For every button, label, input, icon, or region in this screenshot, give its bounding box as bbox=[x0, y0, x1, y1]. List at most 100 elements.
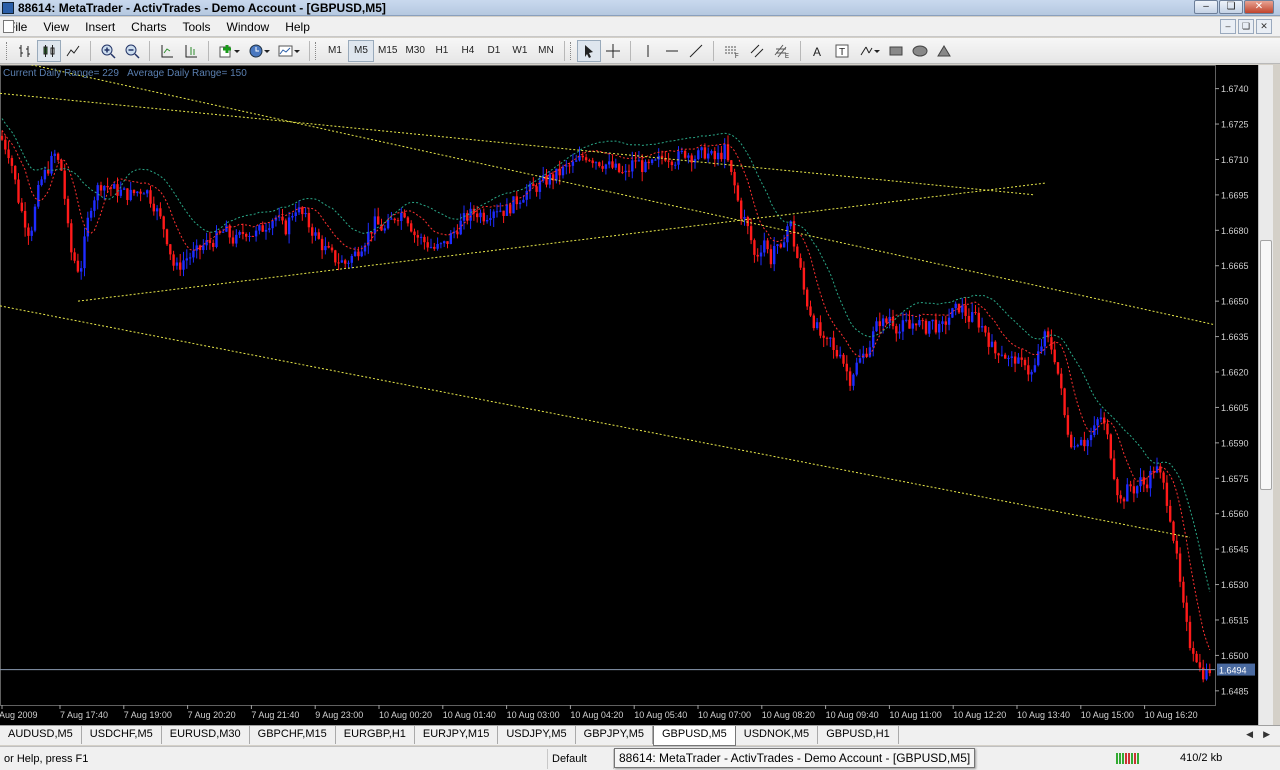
bear-candle bbox=[334, 250, 337, 263]
price-chart[interactable]: 1.6740 1.6725 1.6710 1.6695 1.6680 1.6665 1.66… bbox=[0, 65, 1258, 725]
bull-candle bbox=[723, 144, 726, 160]
tab-scroll-right-icon[interactable]: ▶ bbox=[1263, 729, 1270, 740]
period-w1-button[interactable]: W1 bbox=[507, 40, 533, 62]
tab-gbpjpy-m5[interactable]: GBPJPY,M5 bbox=[576, 726, 653, 744]
child-minimize-button[interactable]: – bbox=[1220, 19, 1236, 34]
vertical-scrollbar[interactable] bbox=[1258, 65, 1273, 725]
horizontal-line-icon[interactable] bbox=[660, 40, 684, 62]
chart-shift-icon[interactable] bbox=[155, 40, 179, 62]
child-restore-button[interactable]: ❏ bbox=[1238, 19, 1254, 34]
fibonacci-icon[interactable]: F bbox=[719, 40, 745, 62]
bear-candle bbox=[393, 218, 396, 221]
period-mn-button[interactable]: MN bbox=[533, 40, 559, 62]
toolbar-separator bbox=[799, 40, 801, 61]
bull-candle bbox=[485, 219, 489, 222]
bear-candle bbox=[670, 161, 674, 166]
bull-candle bbox=[188, 257, 192, 259]
bear-candle bbox=[162, 216, 165, 230]
trend-line bbox=[0, 305, 1191, 538]
line-chart-icon[interactable] bbox=[61, 40, 85, 62]
bear-candle bbox=[1172, 521, 1175, 541]
bull-candle bbox=[839, 354, 842, 357]
bull-candle bbox=[373, 216, 377, 234]
rectangle-icon[interactable] bbox=[884, 40, 908, 62]
tab-eurjpy-m15[interactable]: EURJPY,M15 bbox=[415, 726, 499, 744]
period-m30-button[interactable]: M30 bbox=[401, 40, 428, 62]
tab-eurgbp-h1[interactable]: EURGBP,H1 bbox=[336, 726, 415, 744]
indicators-icon[interactable] bbox=[214, 40, 244, 62]
period-h4-button[interactable]: H4 bbox=[455, 40, 481, 62]
restore-button[interactable]: ❏ bbox=[1219, 0, 1243, 14]
menu-charts[interactable]: Charts bbox=[123, 17, 174, 37]
crosshair-icon[interactable] bbox=[601, 40, 625, 62]
menu-window[interactable]: Window bbox=[219, 17, 278, 37]
tab-usdchf-m5[interactable]: USDCHF,M5 bbox=[82, 726, 162, 744]
bear-candle bbox=[320, 238, 324, 251]
tab-usdnok-m5[interactable]: USDNOK,M5 bbox=[736, 726, 819, 744]
cursor-icon[interactable] bbox=[576, 39, 601, 62]
connection-status-icon[interactable] bbox=[1116, 753, 1140, 764]
bull-candle bbox=[1076, 445, 1079, 447]
text-label-icon[interactable]: T bbox=[830, 40, 854, 62]
candlestick-chart-icon[interactable] bbox=[37, 39, 61, 62]
x-axis-label: 7 Aug 21:40 bbox=[251, 710, 299, 720]
vertical-line-icon[interactable] bbox=[636, 40, 660, 62]
ma-slow-line bbox=[1, 118, 1211, 592]
equidistant-channel-icon[interactable] bbox=[745, 40, 769, 62]
bear-candle bbox=[997, 353, 1000, 356]
arrows-icon[interactable] bbox=[854, 40, 884, 62]
menu-insert[interactable]: Insert bbox=[77, 17, 123, 37]
menu-tools[interactable]: Tools bbox=[175, 17, 219, 37]
bear-candle bbox=[198, 245, 202, 251]
bull-candle bbox=[390, 218, 393, 220]
menu-help[interactable]: Help bbox=[277, 17, 318, 37]
bull-candle bbox=[855, 362, 858, 375]
tab-eurusd-m30[interactable]: EURUSD,M30 bbox=[162, 726, 250, 744]
period-m15-button[interactable]: M15 bbox=[374, 40, 401, 62]
metatrader-app-icon[interactable] bbox=[2, 1, 14, 14]
tab-usdjpy-m5[interactable]: USDJPY,M5 bbox=[498, 726, 576, 744]
tab-gbpusd-m5[interactable]: GBPUSD,M5 bbox=[652, 726, 736, 746]
toolbar-grip[interactable] bbox=[6, 41, 9, 60]
ellipse-icon[interactable] bbox=[908, 40, 932, 62]
autoscroll-icon[interactable] bbox=[179, 40, 203, 62]
templates-icon[interactable] bbox=[274, 40, 304, 62]
elliott-grid-icon[interactable]: E bbox=[769, 40, 795, 62]
chart-window-icon[interactable] bbox=[3, 20, 14, 33]
bear-candle bbox=[1083, 439, 1086, 447]
period-m5-button[interactable]: M5 bbox=[348, 39, 374, 62]
toolbar-grip[interactable] bbox=[315, 41, 318, 60]
bear-candle bbox=[139, 191, 142, 194]
scrollbar-thumb[interactable] bbox=[1260, 240, 1272, 490]
bull-candle bbox=[499, 210, 502, 212]
trendline-icon[interactable] bbox=[684, 40, 708, 62]
period-m1-button[interactable]: M1 bbox=[322, 40, 348, 62]
text-icon[interactable]: A bbox=[806, 40, 830, 62]
period-d1-button[interactable]: D1 bbox=[481, 40, 507, 62]
tab-gbpchf-m15[interactable]: GBPCHF,M15 bbox=[250, 726, 336, 744]
bull-candle bbox=[30, 230, 33, 236]
close-button[interactable]: ✕ bbox=[1244, 0, 1274, 14]
bull-candle bbox=[1010, 356, 1013, 358]
periods-clock-icon[interactable] bbox=[244, 40, 274, 62]
minimize-button[interactable]: – bbox=[1194, 0, 1218, 14]
bull-candle bbox=[1139, 477, 1142, 487]
zoom-out-icon[interactable] bbox=[120, 40, 144, 62]
bear-candle bbox=[1109, 434, 1112, 459]
child-close-button[interactable]: ✕ bbox=[1256, 19, 1272, 34]
tab-gbpusd-h1[interactable]: GBPUSD,H1 bbox=[818, 726, 899, 744]
bull-candle bbox=[505, 204, 509, 216]
status-profile[interactable]: Default bbox=[548, 748, 614, 769]
tab-audusd-m5[interactable]: AUDUSD,M5 bbox=[0, 726, 82, 744]
menu-view[interactable]: View bbox=[35, 17, 77, 37]
period-h1-button[interactable]: H1 bbox=[429, 40, 455, 62]
toolbar-grip[interactable] bbox=[569, 41, 573, 60]
triangle-icon[interactable] bbox=[932, 40, 956, 62]
zoom-in-icon[interactable] bbox=[96, 40, 120, 62]
bear-candle bbox=[515, 196, 518, 205]
chart-canvas[interactable]: 1.6740 1.6725 1.6710 1.6695 1.6680 1.6665 1.66… bbox=[0, 65, 1258, 725]
bear-candle bbox=[132, 189, 136, 194]
bar-chart-icon[interactable] bbox=[13, 40, 37, 62]
bull-candle bbox=[1093, 425, 1096, 435]
tab-scroll-left-icon[interactable]: ◀ bbox=[1246, 729, 1253, 740]
